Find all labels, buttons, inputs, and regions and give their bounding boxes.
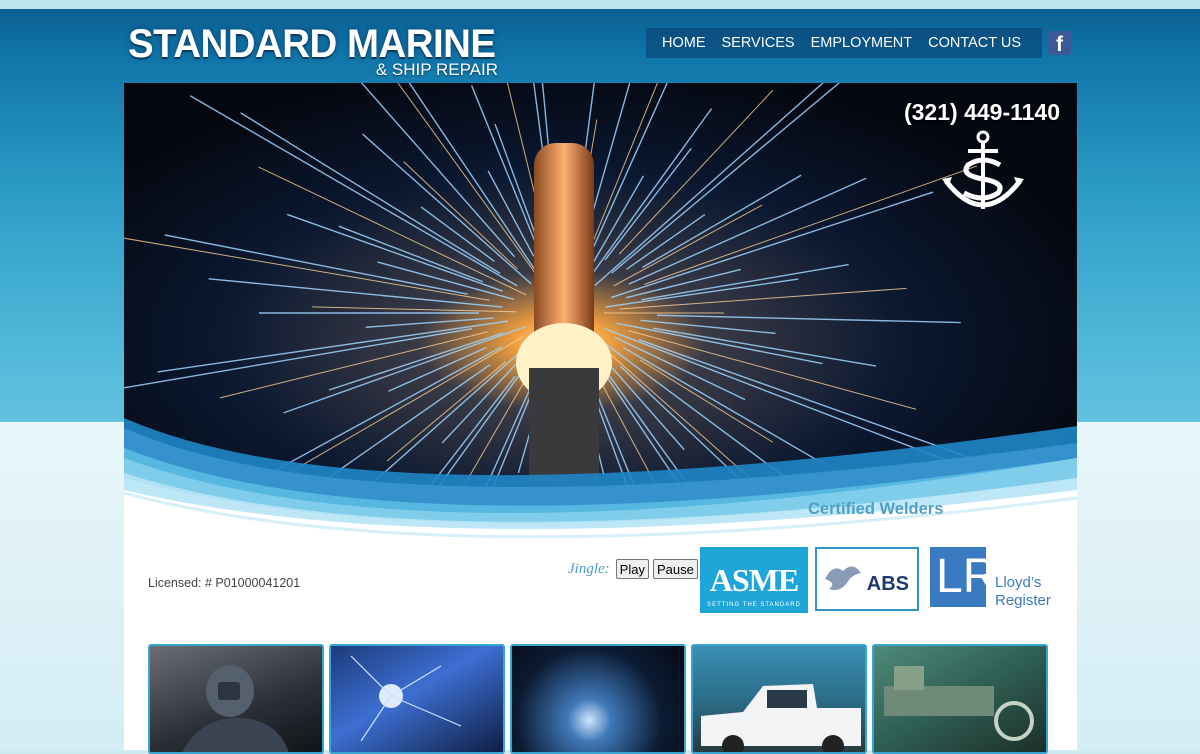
play-button[interactable]: Play [615,559,649,579]
lloyds-register-badge[interactable]: LR Lloyd’s Register [930,547,1056,611]
facebook-icon[interactable]: f [1048,31,1071,55]
nav-contact-us[interactable]: CONTACT US [928,35,1021,51]
hero-banner: (321) 449-1140 [124,83,1077,553]
decorative-wave [124,418,1077,553]
lr-mark-icon: LR [930,547,997,607]
jingle-player: Jingle: Play Pause [568,559,698,579]
nav-services[interactable]: SERVICES [722,35,795,51]
truck-image [701,684,861,752]
lloyds-line2: Register [995,592,1051,609]
abs-badge[interactable]: ABS [815,547,919,611]
main-nav: HOME SERVICES EMPLOYMENT CONTACT US [646,28,1042,58]
jingle-label: Jingle: [568,560,610,577]
lathe-image [884,666,1034,741]
certifications-title: Certified Welders [808,500,944,518]
license-number: Licensed: # P01000041201 [148,576,301,590]
welding-blue-sparks-photo[interactable] [329,644,505,754]
anchor-logo-icon [942,130,1024,209]
asme-name: ASME [709,562,799,598]
logo-subtitle: & SHIP REPAIR [375,60,498,79]
photo-gallery [148,644,1053,754]
eagle-icon [825,566,861,591]
asme-tagline: SETTING THE STANDARD [707,602,801,608]
nav-home[interactable]: HOME [662,35,706,51]
welding-arc-photo[interactable] [510,644,686,754]
top-strip [0,0,1200,9]
pause-button[interactable]: Pause [652,559,698,579]
welder-helmet-image [182,665,289,752]
service-truck-photo[interactable] [691,644,867,754]
welder-helmet-photo[interactable] [148,644,324,754]
main-panel: (321) 449-1140 Certified Welders License… [124,83,1077,754]
lathe-machine-photo[interactable] [872,644,1048,754]
phone-number[interactable]: (321) 449-1140 [904,99,1060,126]
nav-employment[interactable]: EMPLOYMENT [811,35,913,51]
asme-badge[interactable]: ASME SETTING THE STANDARD [700,547,808,613]
abs-name: ABS [866,573,909,595]
lloyds-line1: Lloyd’s [995,574,1042,591]
blue-sparks-image [350,655,462,742]
site-logo[interactable]: STANDARD MARINE & SHIP REPAIR [128,22,500,80]
